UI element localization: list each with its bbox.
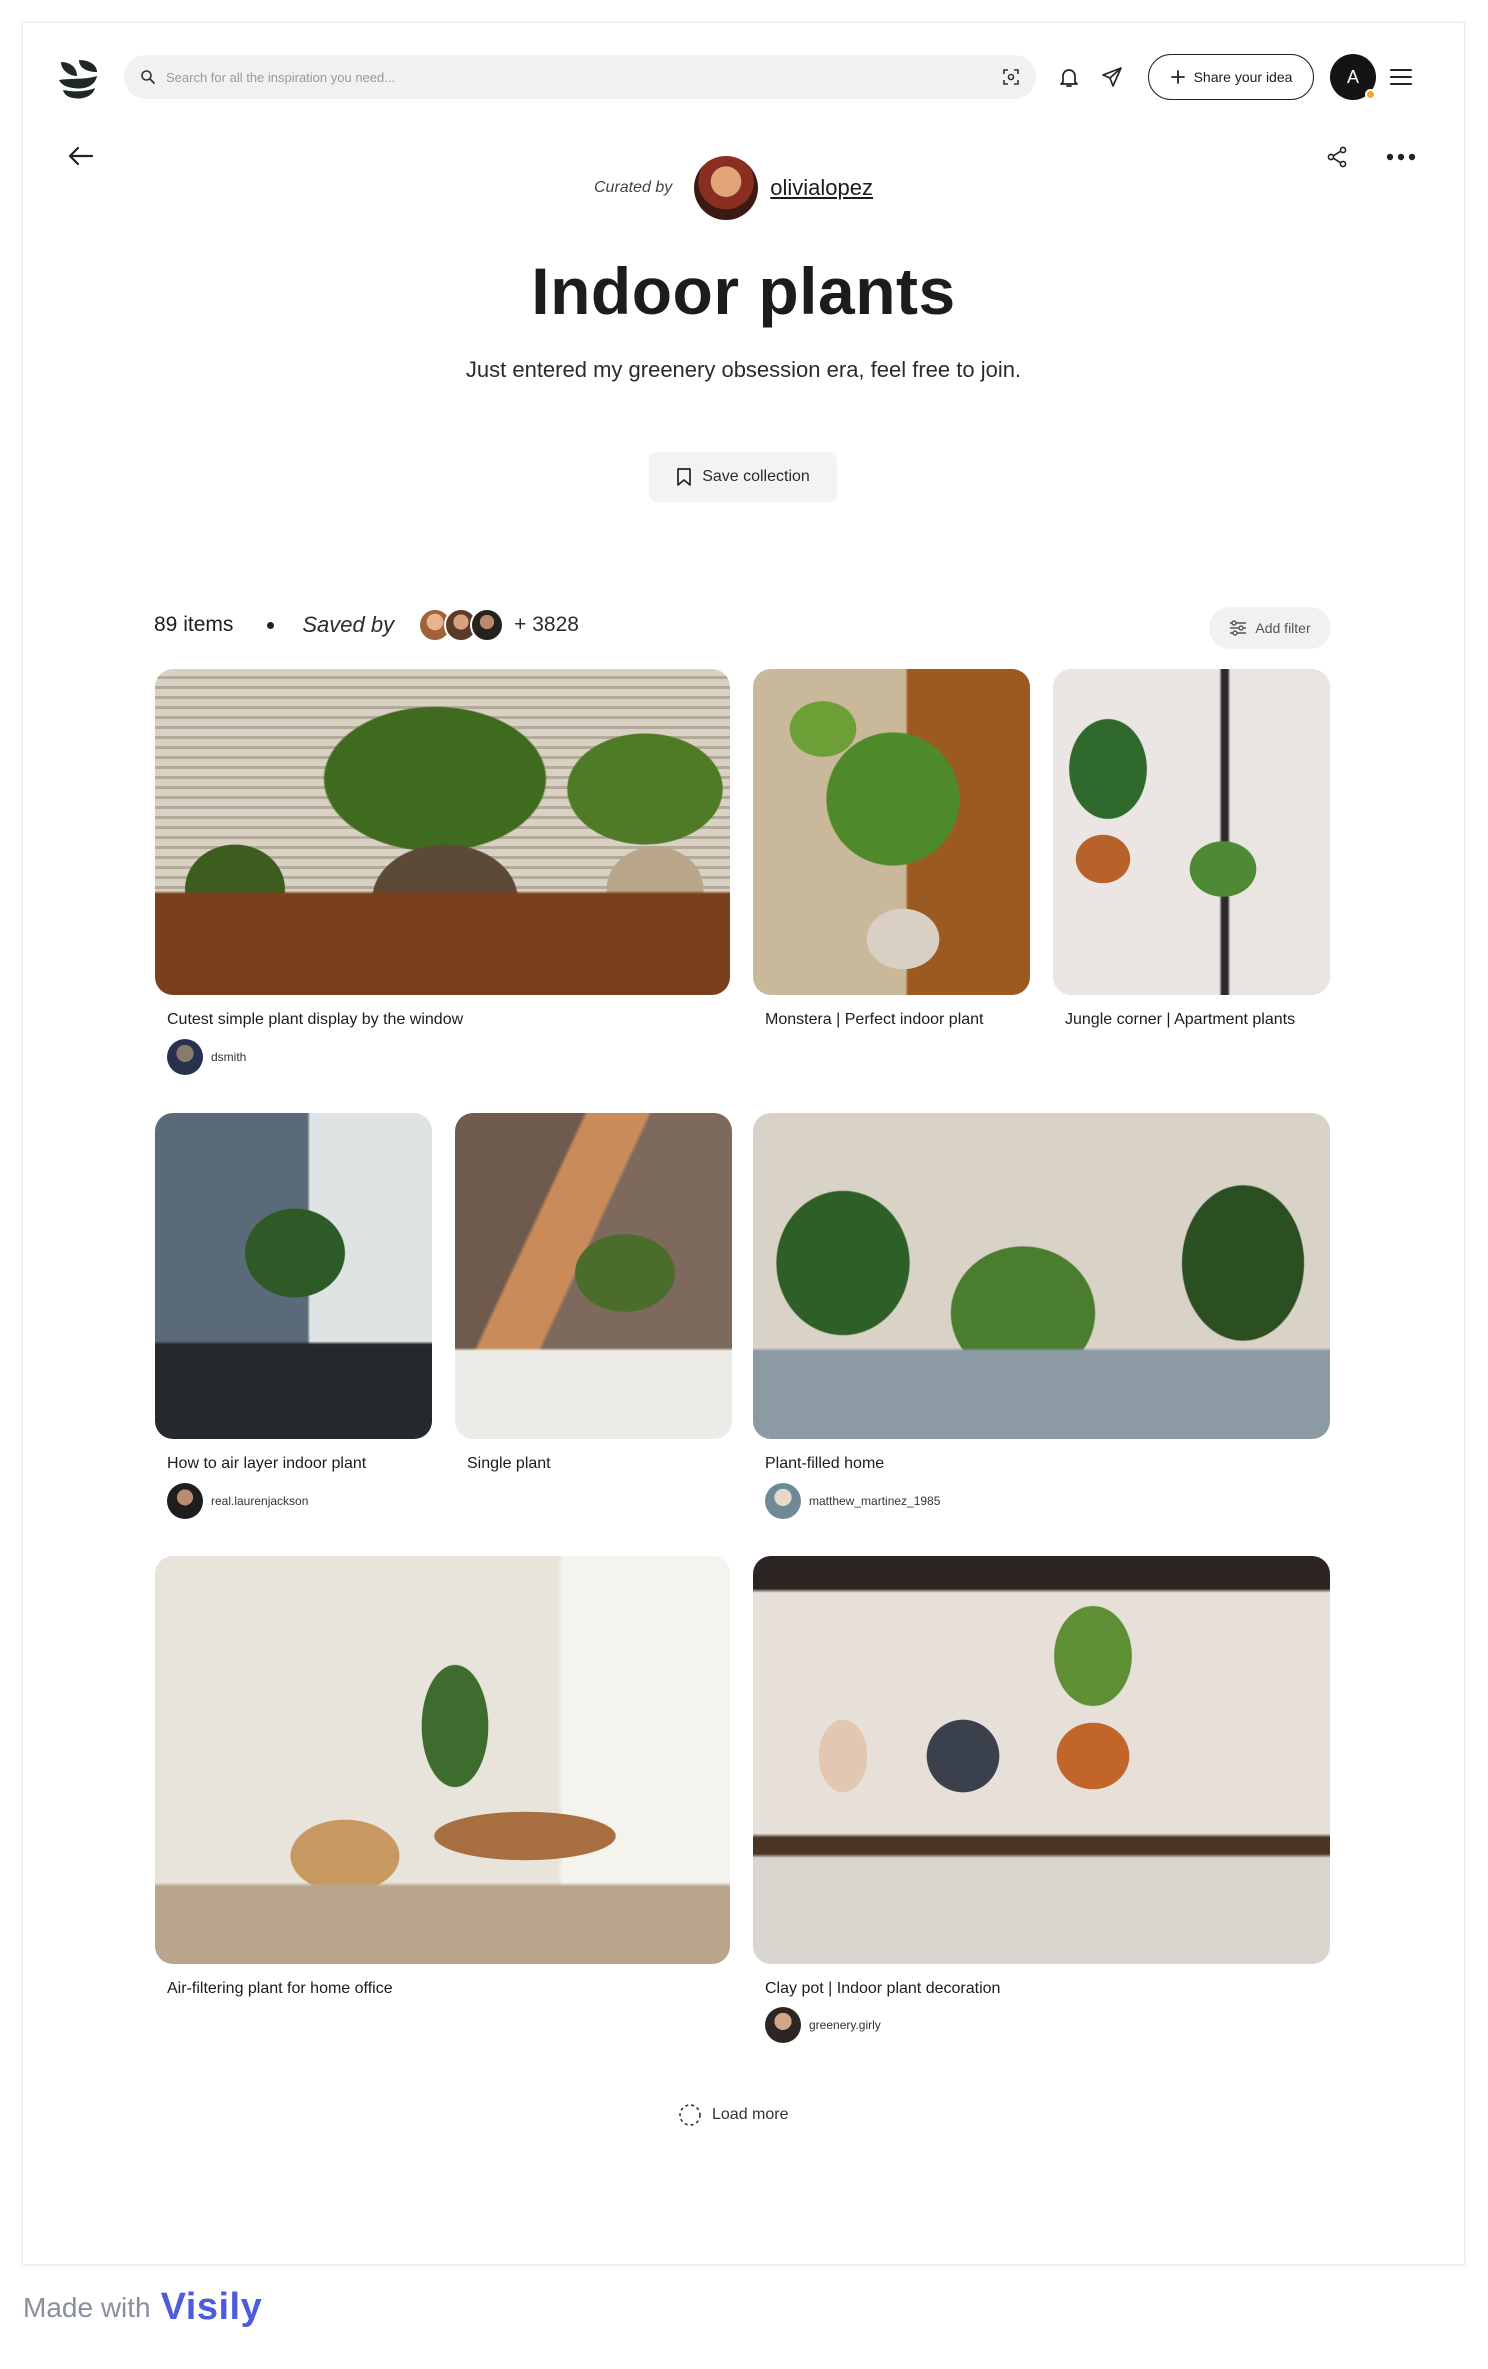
curated-by-row: Curated by olivialopez <box>23 156 1464 220</box>
pin-author[interactable]: real.laurenjackson <box>167 1483 308 1519</box>
page-card: Search for all the inspiration you need.… <box>23 23 1464 2264</box>
item-count: 89 items <box>154 613 234 636</box>
pin-image-window-plants[interactable] <box>155 669 730 995</box>
bookmark-icon <box>677 468 692 486</box>
made-with-visily[interactable]: Made with Visily <box>23 2286 262 2329</box>
pin-author[interactable]: dsmith <box>167 1039 246 1075</box>
search-bar[interactable]: Search for all the inspiration you need.… <box>124 55 1036 99</box>
author-username: matthew_martinez_1985 <box>809 1494 941 1508</box>
share-your-idea-button[interactable]: Share your idea <box>1148 54 1314 100</box>
pin-caption[interactable]: Monstera | Perfect indoor plant <box>765 1011 984 1029</box>
pin-caption[interactable]: Single plant <box>467 1455 551 1473</box>
notification-dot <box>1365 89 1376 100</box>
author-avatar <box>765 1483 801 1519</box>
search-input[interactable]: Search for all the inspiration you need.… <box>166 70 1002 85</box>
bell-icon[interactable] <box>1055 63 1083 91</box>
author-username: dsmith <box>211 1050 247 1064</box>
collection-description: Just entered my greenery obsession era, … <box>465 357 1022 382</box>
share-your-idea-label: Share your idea <box>1193 69 1293 85</box>
visily-brand: Visily <box>160 2286 263 2328</box>
made-with-label: Made with <box>23 2291 151 2323</box>
pin-image-clay-pot[interactable] <box>753 1556 1330 1964</box>
plus-icon <box>1170 70 1185 84</box>
saver-avatar <box>470 608 505 642</box>
saved-by-more-count[interactable]: + 3828 <box>514 613 579 637</box>
save-collection-button[interactable]: Save collection <box>649 452 837 502</box>
author-username: real.laurenjackson <box>211 1494 309 1508</box>
menu-icon[interactable] <box>1387 63 1415 91</box>
pin-author[interactable]: greenery.girly <box>765 2007 881 2043</box>
curated-by-label: Curated by <box>594 179 673 196</box>
saved-by-label: Saved by <box>302 612 395 637</box>
pin-image-monstera[interactable] <box>753 669 1030 995</box>
separator-dot <box>267 621 275 629</box>
avatar-letter: A <box>1346 66 1359 87</box>
search-icon <box>141 70 155 84</box>
pin-caption[interactable]: Air-filtering plant for home office <box>167 1980 393 1998</box>
load-more-button[interactable]: Load more <box>678 2103 789 2127</box>
pin-caption[interactable]: Jungle corner | Apartment plants <box>1065 1011 1295 1029</box>
pin-image-air-layer[interactable] <box>155 1113 432 1439</box>
pin-author[interactable]: matthew_martinez_1985 <box>765 1483 940 1519</box>
author-avatar <box>167 1483 203 1519</box>
visual-search-icon[interactable] <box>1002 68 1020 86</box>
pin-image-plant-filled-home[interactable] <box>753 1113 1330 1439</box>
add-filter-label: Add filter <box>1255 620 1311 636</box>
pin-image-home-office[interactable] <box>155 1556 730 1964</box>
author-avatar <box>167 1039 203 1075</box>
collection-title: Indoor plants <box>531 254 956 328</box>
pin-caption[interactable]: Clay pot | Indoor plant decoration <box>765 1980 1000 1998</box>
curator-avatar[interactable] <box>694 156 759 220</box>
pin-image-jungle-corner[interactable] <box>1053 669 1330 995</box>
filter-sliders-icon <box>1230 620 1247 636</box>
pin-caption[interactable]: Plant-filled home <box>765 1455 884 1473</box>
author-avatar <box>765 2007 801 2043</box>
pin-caption[interactable]: Cutest simple plant display by the windo… <box>167 1011 463 1029</box>
send-icon[interactable] <box>1098 63 1126 91</box>
save-collection-label: Save collection <box>702 468 810 485</box>
curator-link[interactable]: olivialopez <box>770 175 873 201</box>
pin-image-single-plant[interactable] <box>455 1113 732 1439</box>
author-username: greenery.girly <box>809 2018 881 2032</box>
add-filter-button[interactable]: Add filter <box>1209 607 1331 649</box>
pin-caption[interactable]: How to air layer indoor plant <box>167 1455 366 1473</box>
app-logo[interactable] <box>55 56 101 102</box>
saved-by-avatars[interactable] <box>418 608 505 642</box>
spinner-icon <box>679 2104 701 2126</box>
load-more-label: Load more <box>712 2106 789 2123</box>
collection-meta: 89 items Saved by + 3828 <box>154 605 579 645</box>
user-avatar[interactable]: A <box>1330 54 1376 100</box>
